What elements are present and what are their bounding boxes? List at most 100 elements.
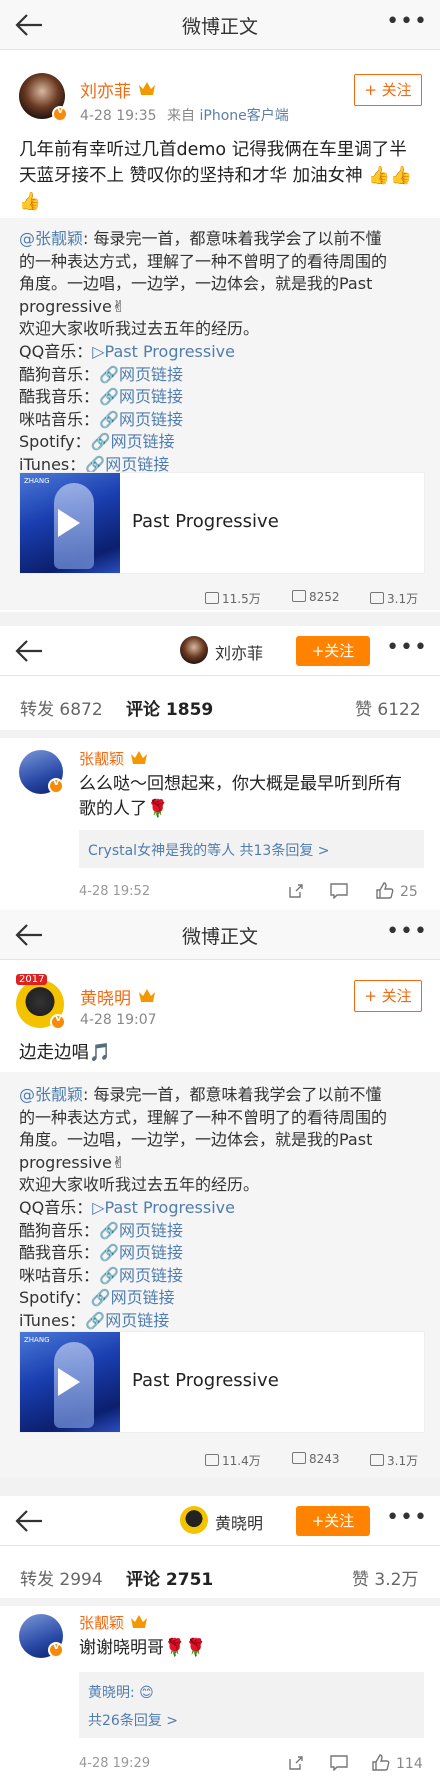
tab-like[interactable]: 赞 3.2万 bbox=[352, 1565, 418, 1590]
comment-icon bbox=[292, 590, 306, 602]
repost-line: QQ音乐：▷Past Progressive bbox=[19, 1197, 235, 1219]
platform-label: 酷我音乐： bbox=[19, 1243, 100, 1263]
reply-summary-box[interactable]: 黄晓明: 😊 共26条回复 > bbox=[79, 1672, 424, 1738]
follow-button[interactable]: +关注 bbox=[296, 1506, 370, 1536]
post-author-name[interactable]: 黄晓明 bbox=[80, 984, 131, 1009]
tab-comment[interactable]: 评论 2751 bbox=[126, 1565, 213, 1590]
repost-line: progressive✌ bbox=[19, 1152, 125, 1174]
comment-like-count: 25 bbox=[400, 884, 418, 900]
nav-username[interactable]: 黄晓明 bbox=[215, 1510, 263, 1534]
back-arrow-icon[interactable] bbox=[14, 1508, 44, 1534]
repost-count-value: 11.4万 bbox=[222, 1454, 261, 1468]
like-count[interactable]: 3.1万 bbox=[370, 590, 418, 607]
mention-link[interactable]: @张靓颖 bbox=[19, 229, 83, 248]
nav-avatar[interactable] bbox=[180, 1506, 208, 1534]
reply-count[interactable]: 共26条回复 > bbox=[88, 1710, 178, 1730]
reply-summary-box[interactable]: Crystal女神是我的等人 共13条回复 > bbox=[79, 830, 424, 868]
play-icon[interactable] bbox=[58, 509, 80, 537]
repost-line: 的一种表达方式，理解了一种不曾明了的看待周围的 bbox=[19, 251, 387, 273]
like-count[interactable]: 3.1万 bbox=[370, 1452, 418, 1469]
web-link[interactable]: 🔗网页链接 bbox=[99, 1266, 183, 1285]
crown-icon bbox=[131, 751, 147, 764]
web-link[interactable]: 🔗网页链接 bbox=[99, 410, 183, 429]
repost-line: 酷狗音乐：🔗网页链接 bbox=[19, 364, 183, 386]
like-icon[interactable] bbox=[372, 1754, 390, 1771]
comment-count[interactable]: 8252 bbox=[292, 590, 340, 604]
post-source-prefix: 来自 bbox=[167, 108, 196, 124]
share-icon[interactable] bbox=[288, 883, 304, 899]
repost-text-segment: 欢迎大家收听我过去五年的经历。 bbox=[19, 319, 260, 339]
verified-badge-icon bbox=[48, 1641, 64, 1658]
play-icon[interactable] bbox=[58, 1368, 80, 1396]
nav-username[interactable]: 刘亦菲 bbox=[215, 640, 263, 664]
web-link[interactable]: 🔗网页链接 bbox=[91, 432, 175, 451]
comment-author[interactable]: 张靓颖 bbox=[79, 1612, 124, 1633]
reply-first[interactable]: 黄晓明: 😊 bbox=[88, 1682, 154, 1702]
tab-repost[interactable]: 转发 6872 bbox=[20, 695, 103, 720]
web-link[interactable]: ▷Past Progressive bbox=[92, 342, 235, 361]
web-link[interactable]: 🔗网页链接 bbox=[99, 387, 183, 406]
comment-count-value: 8252 bbox=[309, 590, 340, 604]
web-link[interactable]: 🔗网页链接 bbox=[99, 365, 183, 384]
follow-button[interactable]: +关注 bbox=[296, 636, 370, 666]
follow-button[interactable]: + 关注 bbox=[354, 980, 422, 1012]
platform-label: 咪咕音乐： bbox=[19, 409, 100, 429]
post-author-name[interactable]: 刘亦菲 bbox=[80, 77, 131, 102]
share-icon bbox=[205, 592, 219, 604]
follow-button[interactable]: + 关注 bbox=[354, 74, 422, 106]
tab-comment[interactable]: 评论 1859 bbox=[126, 695, 213, 720]
repost-line: @张靓颖: 每录完一首，都意味着我学会了以前不懂 bbox=[19, 228, 382, 250]
music-card-title: Past Progressive bbox=[132, 511, 279, 532]
repost-line: QQ音乐：▷Past Progressive bbox=[19, 341, 235, 363]
like-icon bbox=[370, 1454, 384, 1466]
more-dots-icon[interactable]: ••• bbox=[386, 1507, 428, 1529]
repost-count[interactable]: 11.5万 bbox=[205, 590, 261, 607]
cover-tag: ZHANG bbox=[24, 1336, 50, 1344]
like-icon[interactable] bbox=[376, 882, 394, 899]
post-text-line: 天蓝牙接不上 赞叹你的坚持和才华 加油女神 👍👍 bbox=[19, 166, 412, 186]
mention-link[interactable]: @张靓颖 bbox=[19, 1085, 83, 1104]
post-text-line: 几年前有幸听过几首demo 记得我俩在车里调了半 bbox=[19, 140, 407, 160]
repost-text-segment: progressive✌ bbox=[19, 1152, 126, 1172]
comment-author[interactable]: 张靓颖 bbox=[79, 748, 124, 769]
tab-repost[interactable]: 转发 2994 bbox=[20, 1565, 103, 1590]
more-dots-icon[interactable]: ••• bbox=[386, 637, 428, 659]
comment-like-count: 114 bbox=[396, 1756, 423, 1772]
album-cover: ZHANG bbox=[20, 1332, 120, 1432]
repost-line: 的一种表达方式，理解了一种不曾明了的看待周围的 bbox=[19, 1107, 387, 1129]
avatar-badge-text: 2017 bbox=[19, 974, 45, 985]
repost-line: 咪咕音乐：🔗网页链接 bbox=[19, 409, 183, 431]
post-text-line: 👍 bbox=[19, 192, 41, 212]
screen-divider bbox=[0, 612, 440, 626]
repost-text-segment: 欢迎大家收听我过去五年的经历。 bbox=[19, 1175, 260, 1195]
web-link[interactable]: 🔗网页链接 bbox=[99, 1243, 183, 1262]
back-arrow-icon[interactable] bbox=[14, 638, 44, 664]
web-link[interactable]: ▷Past Progressive bbox=[92, 1198, 235, 1217]
web-link[interactable]: 🔗网页链接 bbox=[99, 1221, 183, 1240]
post-source[interactable]: iPhone客户端 bbox=[199, 108, 288, 124]
music-card[interactable]: ZHANG Past Progressive bbox=[19, 472, 425, 574]
music-card-title: Past Progressive bbox=[132, 1370, 279, 1391]
repost-line: 酷我音乐：🔗网页链接 bbox=[19, 386, 183, 408]
comment-icon[interactable] bbox=[330, 883, 348, 899]
music-card[interactable]: ZHANG Past Progressive bbox=[19, 1331, 425, 1433]
comment-nav-bar: 刘亦菲 +关注 ••• bbox=[0, 626, 440, 676]
platform-label: 酷狗音乐： bbox=[19, 1220, 100, 1240]
repost-count[interactable]: 11.4万 bbox=[205, 1452, 261, 1469]
platform-label: Spotify： bbox=[19, 1288, 91, 1308]
repost-line: 咪咕音乐：🔗网页链接 bbox=[19, 1265, 183, 1287]
web-link[interactable]: 🔗网页链接 bbox=[91, 1288, 175, 1307]
more-dots-icon[interactable]: ••• bbox=[386, 11, 428, 33]
more-dots-icon[interactable]: ••• bbox=[386, 921, 428, 943]
comment-icon[interactable] bbox=[330, 1755, 348, 1771]
comment-count[interactable]: 8243 bbox=[292, 1452, 340, 1466]
tab-like[interactable]: 赞 6122 bbox=[355, 695, 421, 720]
repost-line: 酷狗音乐：🔗网页链接 bbox=[19, 1220, 183, 1242]
repost-line: @张靓颖: 每录完一首，都意味着我学会了以前不懂 bbox=[19, 1084, 382, 1106]
nav-avatar[interactable] bbox=[180, 636, 208, 664]
reply-summary[interactable]: Crystal女神是我的等人 共13条回复 > bbox=[88, 840, 330, 860]
comment-text-line: 么么哒～回想起来，你大概是最早听到所有 bbox=[79, 774, 402, 794]
share-icon[interactable] bbox=[288, 1755, 304, 1771]
web-link[interactable]: 🔗网页链接 bbox=[85, 1311, 169, 1330]
like-icon bbox=[370, 592, 384, 604]
